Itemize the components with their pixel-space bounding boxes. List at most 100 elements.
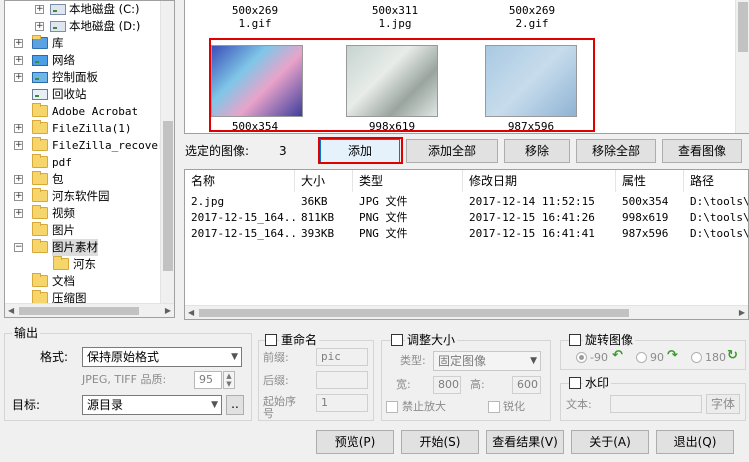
tree-item-documents[interactable]: 文档 bbox=[5, 273, 165, 290]
view-image-button[interactable]: 查看图像 bbox=[662, 139, 742, 163]
tree-item-video[interactable]: + 视频 bbox=[5, 205, 165, 222]
thumb-size: 500x311 bbox=[371, 4, 419, 17]
expand-icon[interactable]: + bbox=[14, 175, 23, 184]
drive-icon bbox=[50, 21, 66, 32]
expand-icon[interactable]: + bbox=[35, 22, 44, 31]
watermark-text-input[interactable] bbox=[610, 395, 702, 413]
prefix-input[interactable]: pic bbox=[316, 348, 368, 366]
library-icon bbox=[32, 35, 48, 49]
column-header-size[interactable]: 大小 bbox=[295, 170, 353, 192]
preview-button[interactable]: 预览(P) bbox=[316, 430, 394, 454]
start-button[interactable]: 开始(S) bbox=[401, 430, 479, 454]
list-horizontal-scrollbar[interactable]: ◀ ▶ bbox=[185, 305, 748, 319]
tree-item-filezilla-recovered[interactable]: + FileZilla_recovered bbox=[5, 137, 165, 154]
browse-button[interactable]: .. bbox=[226, 395, 244, 415]
add-all-button[interactable]: 添加全部 bbox=[406, 139, 498, 163]
tree-item-recycle-bin[interactable]: 回收站 bbox=[5, 86, 165, 103]
table-row[interactable]: 2.jpg 36KB JPG 文件 2017-12-14 11:52:15 50… bbox=[185, 194, 748, 210]
expand-icon[interactable]: + bbox=[14, 56, 23, 65]
folder-tree[interactable]: + 本地磁盘 (C:) + 本地磁盘 (D:) + 库 + 网络 + 控制面板 … bbox=[4, 0, 175, 318]
scroll-right-icon[interactable]: ▶ bbox=[739, 308, 745, 317]
quality-spinner[interactable]: ▲ ▼ bbox=[223, 371, 235, 389]
tree-item-network[interactable]: + 网络 bbox=[5, 52, 165, 69]
expand-icon[interactable]: + bbox=[14, 209, 23, 218]
tree-item-c-drive[interactable]: + 本地磁盘 (C:) bbox=[5, 1, 165, 18]
recycle-bin-icon bbox=[32, 89, 48, 100]
watermark-checkbox[interactable] bbox=[569, 377, 581, 389]
column-header-date[interactable]: 修改日期 bbox=[463, 170, 616, 192]
rotate-checkbox[interactable] bbox=[569, 334, 581, 346]
remove-button[interactable]: 移除 bbox=[504, 139, 570, 163]
scroll-right-icon[interactable]: ▶ bbox=[165, 306, 171, 315]
tree-item-hedong-software[interactable]: + 河东软件园 bbox=[5, 188, 165, 205]
tree-item-hedong[interactable]: 河东 bbox=[5, 256, 165, 273]
tree-item-bao[interactable]: + 包 bbox=[5, 171, 165, 188]
rotate-left-icon: ↶ bbox=[612, 348, 623, 363]
folder-icon bbox=[32, 171, 48, 185]
tree-item-d-drive[interactable]: + 本地磁盘 (D:) bbox=[5, 18, 165, 35]
column-header-type[interactable]: 类型 bbox=[353, 170, 463, 192]
tree-item-adobe-acrobat[interactable]: Adobe Acrobat bbox=[5, 103, 165, 120]
rename-group-title: 重命名 bbox=[279, 333, 320, 347]
scroll-left-icon[interactable]: ◀ bbox=[188, 308, 194, 317]
expand-icon[interactable]: + bbox=[35, 5, 44, 14]
expand-icon[interactable]: + bbox=[14, 141, 23, 150]
expand-icon[interactable]: + bbox=[14, 39, 23, 48]
chevron-down-icon: ▼ bbox=[530, 356, 537, 366]
resize-checkbox[interactable] bbox=[391, 334, 403, 346]
file-list[interactable]: 名称 大小 类型 修改日期 属性 路径 2.jpg 36KB JPG 文件 20… bbox=[184, 169, 749, 320]
rotate-90-radio[interactable] bbox=[636, 352, 647, 363]
folder-icon bbox=[32, 154, 48, 168]
column-header-path[interactable]: 路径 bbox=[684, 170, 748, 192]
column-header-attr[interactable]: 属性 bbox=[616, 170, 684, 192]
start-number-input[interactable]: 1 bbox=[316, 394, 368, 412]
scroll-left-icon[interactable]: ◀ bbox=[8, 306, 14, 315]
rotate-right-icon: ↷ bbox=[667, 348, 678, 363]
thumb-name: 1.jpg bbox=[378, 17, 412, 30]
column-header-name[interactable]: 名称 bbox=[185, 170, 295, 192]
tree-item-filezilla1[interactable]: + FileZilla(1) bbox=[5, 120, 165, 137]
no-enlarge-checkbox[interactable] bbox=[386, 401, 398, 413]
resize-type-label: 类型: bbox=[400, 354, 426, 367]
suffix-input[interactable] bbox=[316, 371, 368, 389]
collapse-icon[interactable]: − bbox=[14, 243, 23, 252]
expand-icon[interactable]: + bbox=[14, 192, 23, 201]
quit-button[interactable]: 退出(Q) bbox=[656, 430, 734, 454]
about-button[interactable]: 关于(A) bbox=[571, 430, 649, 454]
folder-icon bbox=[32, 188, 48, 202]
height-input[interactable]: 600 bbox=[512, 376, 541, 394]
format-select[interactable]: 保持原始格式 ▼ bbox=[82, 347, 242, 367]
resize-type-select[interactable]: 固定图像 ▼ bbox=[433, 351, 541, 371]
scrollbar-thumb[interactable] bbox=[19, 307, 139, 315]
tree-item-picture-material[interactable]: − 图片素材 bbox=[5, 239, 165, 256]
scrollbar-thumb[interactable] bbox=[738, 2, 748, 52]
remove-all-button[interactable]: 移除全部 bbox=[576, 139, 656, 163]
quality-input[interactable]: 95 bbox=[194, 371, 222, 389]
selected-images-highlight bbox=[209, 38, 595, 132]
tree-item-control-panel[interactable]: + 控制面板 bbox=[5, 69, 165, 86]
width-input[interactable]: 800 bbox=[433, 376, 461, 394]
scrollbar-thumb[interactable] bbox=[199, 309, 629, 317]
expand-icon[interactable]: + bbox=[14, 124, 23, 133]
tree-vertical-scrollbar[interactable] bbox=[160, 1, 174, 317]
font-button[interactable]: 字体 bbox=[706, 394, 740, 414]
rotate-minus90-radio[interactable] bbox=[576, 352, 587, 363]
table-row[interactable]: 2017-12-15_164... 393KB PNG 文件 2017-12-1… bbox=[185, 226, 748, 242]
tree-item-library[interactable]: + 库 bbox=[5, 35, 165, 52]
target-label: 目标: bbox=[12, 398, 41, 412]
tree-item-pictures[interactable]: 图片 bbox=[5, 222, 165, 239]
table-row[interactable]: 2017-12-15_164... 811KB PNG 文件 2017-12-1… bbox=[185, 210, 748, 226]
rotate-90-label: 90 bbox=[650, 351, 664, 364]
target-select[interactable]: 源目录 ▼ bbox=[82, 395, 222, 415]
tree-item-pdf[interactable]: pdf bbox=[5, 154, 165, 171]
thumbnail-vertical-scrollbar[interactable] bbox=[735, 0, 749, 133]
rotate-180-radio[interactable] bbox=[691, 352, 702, 363]
scrollbar-thumb[interactable] bbox=[163, 121, 173, 271]
rename-checkbox[interactable] bbox=[265, 334, 277, 346]
sharpen-checkbox[interactable] bbox=[488, 401, 500, 413]
tree-horizontal-scrollbar[interactable]: ◀ ▶ bbox=[5, 303, 174, 317]
output-group-title: 输出 bbox=[12, 326, 41, 340]
folder-icon bbox=[53, 256, 69, 270]
view-results-button[interactable]: 查看结果(V) bbox=[486, 430, 564, 454]
expand-icon[interactable]: + bbox=[14, 73, 23, 82]
